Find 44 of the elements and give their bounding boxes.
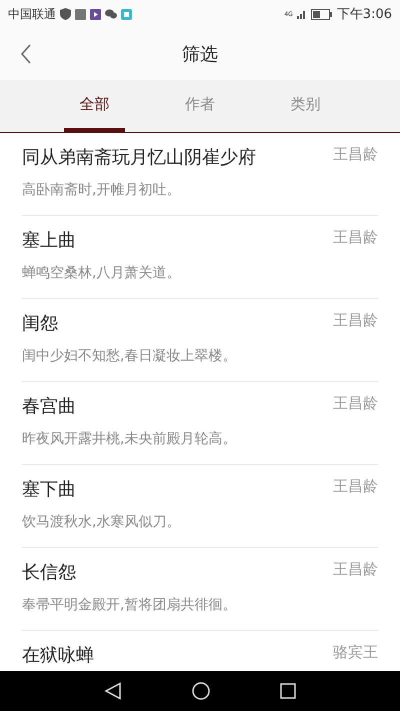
poem-line: 高卧南斋时,开帷月初吐。 (22, 181, 182, 199)
poem-item[interactable]: 塞上曲 王昌龄 蝉鸣空桑林,八月萧关道。 (22, 216, 378, 299)
poem-line: 奉帚平明金殿开,暂将团扇共徘徊。 (22, 596, 238, 614)
chat-icon (105, 9, 117, 19)
poem-line: 闺中少妇不知愁,春日凝妆上翠楼。 (22, 347, 238, 365)
poem-title: 塞下曲 (22, 478, 76, 501)
poem-title: 在狱咏蝉 (22, 644, 94, 667)
poem-author: 王昌龄 (333, 477, 378, 496)
poem-line: 蝉鸣空桑林,八月萧关道。 (22, 264, 182, 282)
signal-icon (296, 9, 307, 19)
poem-author: 王昌龄 (333, 394, 378, 413)
app-icon (121, 8, 132, 20)
home-nav-button[interactable] (192, 682, 210, 700)
poem-title: 闺怨 (22, 312, 58, 335)
poem-line: 饮马渡秋水,水寒风似刀。 (22, 513, 182, 531)
chevron-left-icon (20, 44, 32, 64)
play-icon (90, 8, 101, 20)
page-title: 筛选 (182, 43, 218, 66)
poem-title: 塞上曲 (22, 229, 76, 252)
poem-author: 王昌龄 (333, 311, 378, 330)
app-icon (75, 8, 86, 20)
poem-item[interactable]: 同从弟南斋玩月忆山阴崔少府 王昌龄 高卧南斋时,开帷月初吐。 (22, 133, 378, 216)
battery-icon (310, 8, 333, 20)
poem-title: 春宫曲 (22, 395, 76, 418)
square-icon (280, 683, 296, 699)
recents-nav-button[interactable] (280, 683, 296, 699)
carrier-name: 中国联通 (8, 6, 56, 22)
poem-item[interactable]: 长信怨 王昌龄 奉帚平明金殿开,暂将团扇共徘徊。 (22, 548, 378, 631)
poem-author: 骆宾王 (333, 643, 378, 662)
poem-item[interactable]: 闺怨 王昌龄 闺中少妇不知愁,春日凝妆上翠楼。 (22, 299, 378, 382)
tab[interactable]: 全部 (64, 80, 126, 132)
back-nav-button[interactable] (104, 682, 122, 700)
poem-author: 王昌龄 (333, 560, 378, 579)
clock: 下午3:06 (336, 6, 392, 23)
poem-author: 王昌龄 (333, 145, 378, 164)
poem-author: 王昌龄 (333, 228, 378, 247)
poem-line: 昨夜风开露井桃,未央前殿月轮高。 (22, 430, 238, 448)
circle-icon (192, 682, 210, 700)
poem-item[interactable]: 春宫曲 王昌龄 昨夜风开露井桃,未央前殿月轮高。 (22, 382, 378, 465)
poem-item[interactable]: 塞下曲 王昌龄 饮马渡秋水,水寒风似刀。 (22, 465, 378, 548)
poem-title: 同从弟南斋玩月忆山阴崔少府 (22, 146, 256, 169)
poem-title: 长信怨 (22, 561, 76, 584)
triangle-icon (104, 682, 122, 700)
shield-icon (60, 8, 71, 20)
